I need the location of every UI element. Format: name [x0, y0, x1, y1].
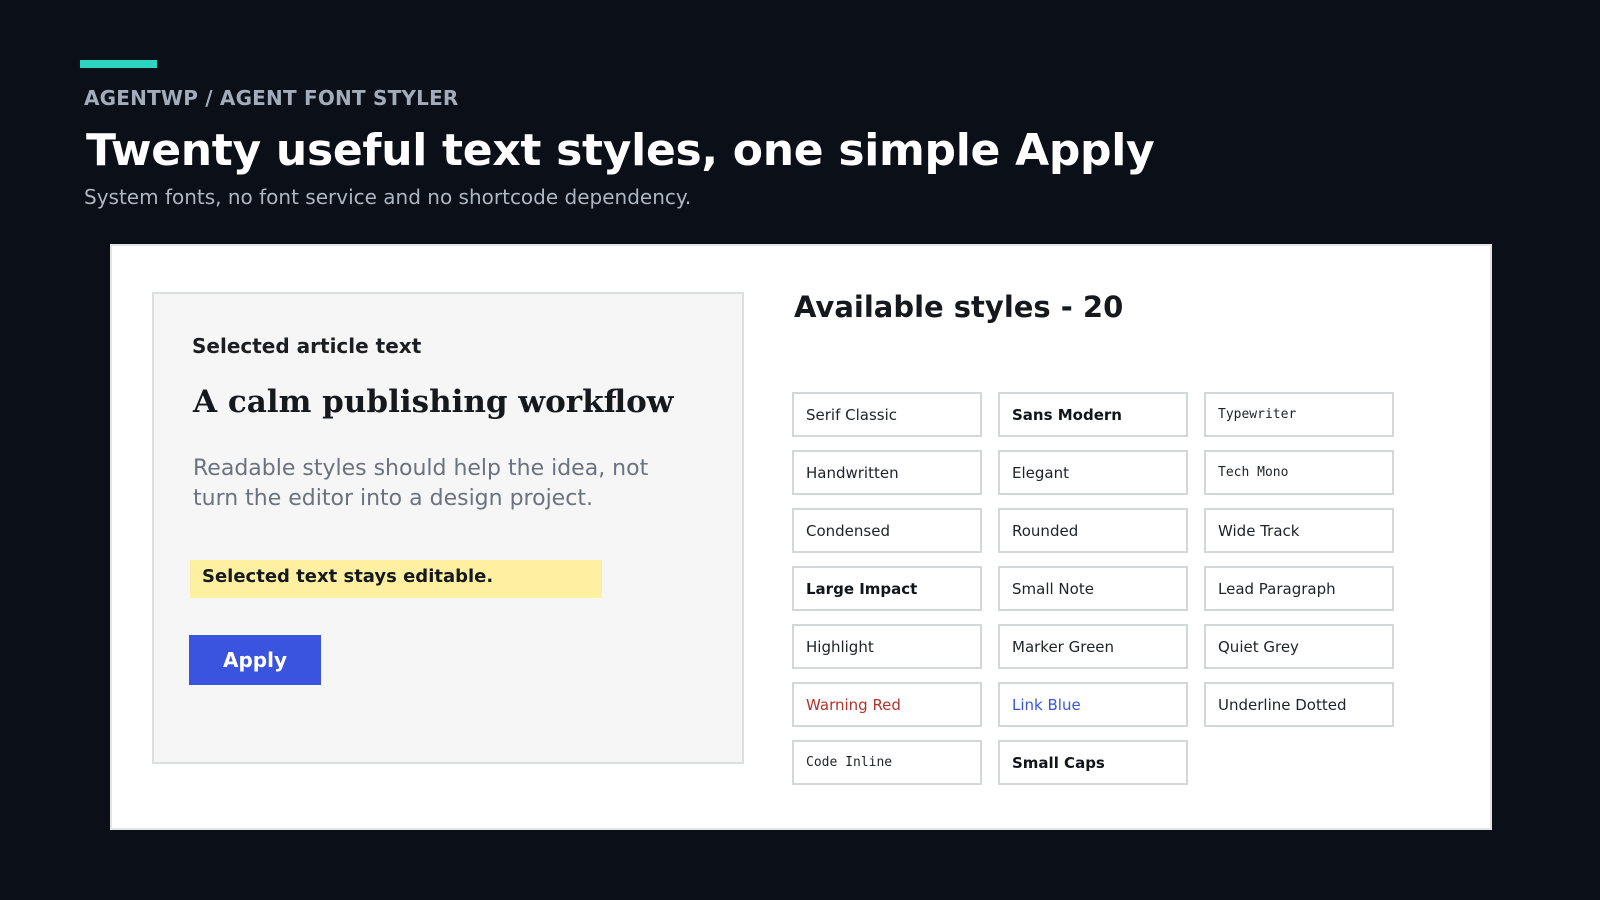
style-option-wide-track[interactable]: Wide Track — [1204, 508, 1394, 553]
preview-label: Selected article text — [192, 334, 422, 358]
style-option-typewriter[interactable]: Typewriter — [1204, 392, 1394, 437]
style-option-handwritten[interactable]: Handwritten — [792, 450, 982, 495]
style-option-marker-green[interactable]: Marker Green — [998, 624, 1188, 669]
style-option-sans-modern[interactable]: Sans Modern — [998, 392, 1188, 437]
style-option-small-caps[interactable]: Small Caps — [998, 740, 1188, 785]
page-title: Twenty useful text styles, one simple Ap… — [86, 125, 1155, 176]
style-option-underline-dotted[interactable]: Underline Dotted — [1204, 682, 1394, 727]
style-option-warning-red[interactable]: Warning Red — [792, 682, 982, 727]
style-option-rounded[interactable]: Rounded — [998, 508, 1188, 553]
style-grid: Serif Classic Sans Modern Typewriter Han… — [792, 392, 1394, 785]
preview-body[interactable]: Readable styles should help the idea, no… — [193, 454, 653, 514]
page: AGENTWP / AGENT FONT STYLER Twenty usefu… — [0, 0, 1600, 900]
styles-panel: Available styles - 20 Serif Classic Sans… — [792, 290, 1432, 785]
style-option-quiet-grey[interactable]: Quiet Grey — [1204, 624, 1394, 669]
preview-panel: Selected article text A calm publishing … — [152, 292, 744, 764]
style-option-large-impact[interactable]: Large Impact — [792, 566, 982, 611]
style-option-condensed[interactable]: Condensed — [792, 508, 982, 553]
preview-title[interactable]: A calm publishing workflow — [193, 384, 673, 420]
style-option-small-note[interactable]: Small Note — [998, 566, 1188, 611]
selected-text-highlight[interactable]: Selected text stays editable. — [190, 560, 602, 598]
styles-heading: Available styles - 20 — [794, 290, 1124, 324]
style-option-lead-paragraph[interactable]: Lead Paragraph — [1204, 566, 1394, 611]
style-option-highlight[interactable]: Highlight — [792, 624, 982, 669]
style-option-serif-classic[interactable]: Serif Classic — [792, 392, 982, 437]
page-subtitle: System fonts, no font service and no sho… — [84, 185, 692, 209]
style-option-link-blue[interactable]: Link Blue — [998, 682, 1188, 727]
breadcrumb: AGENTWP / AGENT FONT STYLER — [84, 86, 459, 110]
accent-bar — [80, 60, 157, 68]
style-option-code-inline[interactable]: Code Inline — [792, 740, 982, 785]
style-option-elegant[interactable]: Elegant — [998, 450, 1188, 495]
main-card: Selected article text A calm publishing … — [110, 244, 1492, 830]
apply-button[interactable]: Apply — [189, 635, 321, 685]
style-option-tech-mono[interactable]: Tech Mono — [1204, 450, 1394, 495]
